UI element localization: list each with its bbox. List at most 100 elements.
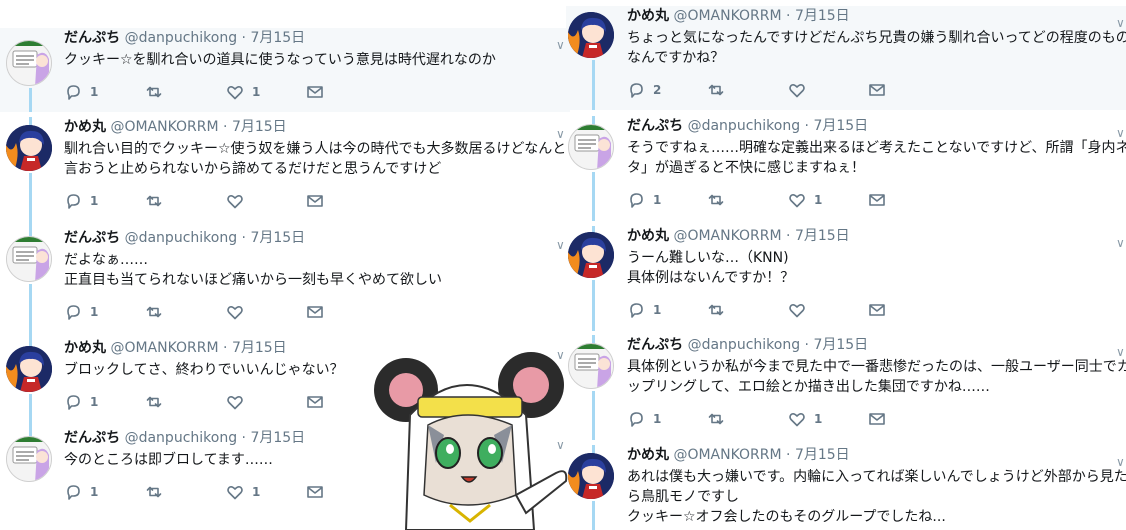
tweet-date[interactable]: 7月15日 (795, 447, 850, 463)
avatar[interactable] (6, 436, 52, 482)
retweet-button[interactable] (145, 82, 163, 102)
reply-button[interactable]: 1 (64, 392, 98, 412)
user-handle[interactable]: @danpuchikong (688, 118, 801, 134)
retweet-button[interactable] (145, 191, 163, 211)
retweet-button[interactable] (145, 482, 163, 502)
tweet-header: かめ丸 @OMANKORRM · 7月15日 (627, 228, 850, 244)
tweet-date[interactable]: 7月15日 (795, 228, 850, 244)
tweet[interactable]: だんぷち @danpuchikong · 7月15日 ∨ そうですねぇ……明確な定義… (566, 116, 1126, 221)
user-handle[interactable]: @OMANKORRM (110, 119, 218, 135)
reply-button[interactable]: 1 (627, 190, 661, 210)
retweet-button[interactable] (145, 302, 163, 322)
tweet-date[interactable]: 7月15日 (813, 337, 868, 353)
display-name[interactable]: かめ丸 (627, 228, 669, 244)
display-name[interactable]: かめ丸 (627, 8, 669, 24)
display-name[interactable]: だんぷち (64, 30, 120, 46)
tweet-date[interactable]: 7月15日 (813, 118, 868, 134)
tweet[interactable]: だんぷち @danpuchikong · 7月15日 ∨ 具体例というか私が今まで見… (566, 335, 1126, 440)
tweet-header: かめ丸 @OMANKORRM · 7月15日 (627, 8, 850, 24)
tweet[interactable]: だんぷち @danpuchikong · 7月15日 ∨ クッキー☆を馴れ合いの道具… (0, 28, 570, 112)
reply-button[interactable]: 1 (64, 82, 98, 102)
tweet[interactable]: かめ丸 @OMANKORRM · 7月15日 ∨ あれは僕も大っ嫌いです。内輪に入っ… (566, 445, 1126, 530)
avatar[interactable] (6, 346, 52, 392)
tweet-text: クッキー☆を馴れ合いの道具に使うなっていう意見は時代遅れなのか (64, 50, 496, 70)
avatar[interactable] (568, 12, 614, 58)
display-name[interactable]: かめ丸 (64, 119, 106, 135)
user-handle[interactable]: @OMANKORRM (673, 447, 781, 463)
tweet-date[interactable]: 7月15日 (795, 8, 850, 24)
user-handle[interactable]: @danpuchikong (688, 337, 801, 353)
like-button[interactable]: 1 (788, 190, 822, 210)
retweet-button[interactable] (707, 190, 725, 210)
avatar[interactable] (568, 232, 614, 278)
chevron-down-icon[interactable]: ∨ (1116, 236, 1125, 250)
direct-message-button[interactable] (306, 392, 324, 412)
tweet-date[interactable]: 7月15日 (232, 119, 287, 135)
user-handle[interactable]: @OMANKORRM (673, 8, 781, 24)
display-name[interactable]: だんぷち (64, 430, 120, 446)
direct-message-button[interactable] (868, 409, 886, 429)
tweet-date[interactable]: 7月15日 (232, 340, 287, 356)
chevron-down-icon[interactable]: ∨ (556, 238, 565, 252)
like-button[interactable] (226, 392, 244, 412)
display-name[interactable]: だんぷち (627, 118, 683, 134)
retweet-button[interactable] (707, 80, 725, 100)
tweet-header: だんぷち @danpuchikong · 7月15日 (64, 230, 305, 246)
retweet-button[interactable] (707, 300, 725, 320)
like-button[interactable] (788, 80, 806, 100)
reply-button[interactable]: 1 (64, 482, 98, 502)
tweet-date[interactable]: 7月15日 (250, 430, 305, 446)
reply-count: 2 (653, 83, 662, 97)
reply-icon (64, 83, 82, 101)
direct-message-button[interactable] (306, 82, 324, 102)
like-button[interactable] (226, 191, 244, 211)
envelope-icon (306, 393, 324, 411)
reply-button[interactable]: 1 (64, 302, 98, 322)
tweet[interactable]: かめ丸 @OMANKORRM · 7月15日 ∨ 馴れ合い目的でクッキー☆使う奴を嫌… (0, 117, 570, 228)
user-handle[interactable]: @OMANKORRM (110, 340, 218, 356)
reply-count: 1 (90, 194, 99, 208)
chevron-down-icon[interactable]: ∨ (556, 38, 565, 52)
envelope-icon (306, 483, 324, 501)
display-name[interactable]: だんぷち (64, 230, 120, 246)
avatar[interactable] (6, 40, 52, 86)
tweet[interactable]: だんぷち @danpuchikong · 7月15日 ∨ だよなぁ…… 正直目も当てら… (0, 228, 570, 338)
tweet[interactable]: かめ丸 @OMANKORRM · 7月15日 ∨ ちょっと気になったんですけどだんぷ… (566, 6, 1126, 110)
user-handle[interactable]: @danpuchikong (125, 30, 238, 46)
tweet[interactable]: かめ丸 @OMANKORRM · 7月15日 ∨ うーん難しいな…（KNN) 具体例は… (566, 226, 1126, 331)
like-button[interactable]: 1 (788, 409, 822, 429)
reply-button[interactable]: 1 (627, 409, 661, 429)
user-handle[interactable]: @OMANKORRM (673, 228, 781, 244)
direct-message-button[interactable] (868, 80, 886, 100)
reply-button[interactable]: 1 (627, 300, 661, 320)
direct-message-button[interactable] (868, 300, 886, 320)
tweet-text-line: あれは僕も大っ嫌いです。内輪に入ってれば楽しいんでしょうけど外部から見た (627, 469, 1126, 485)
display-name[interactable]: かめ丸 (627, 447, 669, 463)
display-name[interactable]: かめ丸 (64, 340, 106, 356)
avatar[interactable] (568, 124, 614, 170)
retweet-icon (707, 81, 725, 99)
avatar[interactable] (6, 236, 52, 282)
retweet-icon (145, 483, 163, 501)
avatar[interactable] (6, 125, 52, 171)
like-button[interactable] (226, 302, 244, 322)
user-handle[interactable]: @danpuchikong (125, 230, 238, 246)
user-handle[interactable]: @danpuchikong (125, 430, 238, 446)
tweet-date[interactable]: 7月15日 (250, 230, 305, 246)
tweet-date[interactable]: 7月15日 (250, 30, 305, 46)
tweet-text-line: ブロックしてさ、終わりでいいんじゃない？ (64, 362, 344, 378)
direct-message-button[interactable] (868, 190, 886, 210)
tweet-actions: 1 (566, 300, 1126, 320)
like-button[interactable]: 1 (226, 482, 260, 502)
display-name[interactable]: だんぷち (627, 337, 683, 353)
direct-message-button[interactable] (306, 302, 324, 322)
direct-message-button[interactable] (306, 191, 324, 211)
like-button[interactable]: 1 (226, 82, 260, 102)
like-button[interactable] (788, 300, 806, 320)
retweet-button[interactable] (145, 392, 163, 412)
reply-icon (627, 410, 645, 428)
direct-message-button[interactable] (306, 482, 324, 502)
reply-button[interactable]: 1 (64, 191, 98, 211)
retweet-button[interactable] (707, 409, 725, 429)
reply-button[interactable]: 2 (627, 80, 661, 100)
